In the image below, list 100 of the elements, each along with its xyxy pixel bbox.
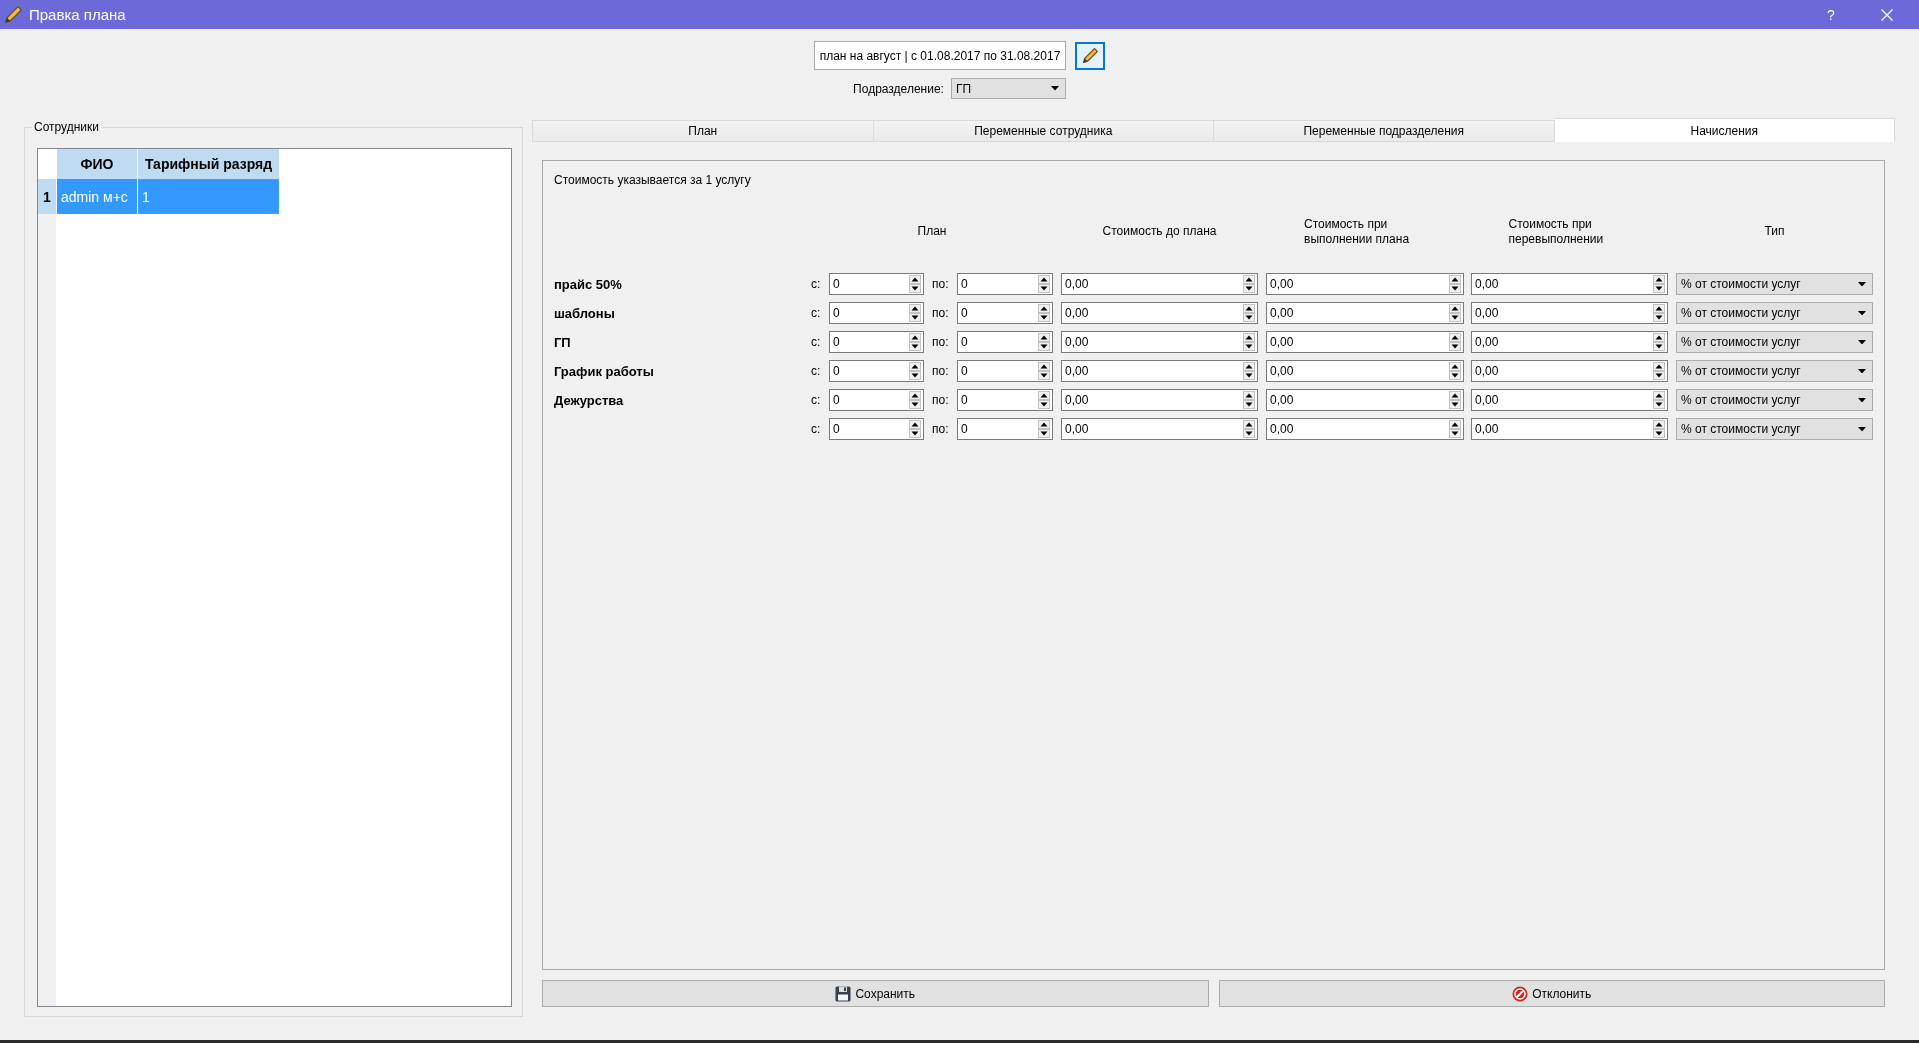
cost-spin-field[interactable]: 0,00	[1266, 302, 1464, 324]
cost-spin-field[interactable]: 0,00	[1061, 331, 1258, 353]
cost-spin-field[interactable]: 0,00	[1471, 360, 1668, 382]
spin-arrows-icon[interactable]	[1243, 304, 1255, 322]
cost-spin-field[interactable]: 0,00	[1266, 273, 1464, 295]
spin-arrows-icon[interactable]	[1449, 275, 1461, 293]
from-label: с:	[811, 277, 822, 291]
spin-arrows-icon[interactable]	[1449, 420, 1461, 438]
caret-icon	[1858, 397, 1866, 403]
to-spin-field[interactable]: 0	[957, 418, 1053, 440]
spin-arrows-icon[interactable]	[1243, 420, 1255, 438]
edit-button[interactable]	[1075, 41, 1106, 70]
spin-arrows-icon[interactable]	[1653, 304, 1665, 322]
spin-arrows-icon[interactable]	[1449, 333, 1461, 351]
spin-arrows-icon[interactable]	[1243, 333, 1255, 351]
row-number[interactable]: 1	[38, 179, 56, 214]
spin-arrows-icon[interactable]	[1038, 275, 1050, 293]
caret-icon	[1858, 310, 1866, 316]
spin-arrows-icon[interactable]	[1038, 333, 1050, 351]
spin-arrows-icon[interactable]	[1653, 420, 1665, 438]
prohibited-icon	[1512, 985, 1529, 1002]
from-spin-field[interactable]: 0	[829, 418, 924, 440]
spin-arrows-icon[interactable]	[1038, 391, 1050, 409]
from-label: с:	[811, 422, 822, 436]
from-label: с:	[811, 335, 822, 349]
cost-spin-field[interactable]: 0,00	[1266, 360, 1464, 382]
spin-arrows-icon[interactable]	[909, 333, 921, 351]
pencil-icon	[1082, 48, 1098, 63]
cost-spin-field[interactable]: 0,00	[1061, 360, 1258, 382]
window-title: Правка плана	[29, 6, 126, 23]
cost-spin-field[interactable]: 0,00	[1471, 389, 1668, 411]
to-label: по:	[932, 364, 950, 378]
row-label: График работы	[554, 363, 654, 379]
cost-spin-field[interactable]: 0,00	[1266, 331, 1464, 353]
tab[interactable]: Начисления	[1554, 118, 1895, 142]
subdivision-label: Подразделение:	[853, 81, 944, 96]
tab[interactable]: Переменные подразделения	[1214, 120, 1555, 142]
cost-spin-field[interactable]: 0,00	[1266, 418, 1464, 440]
to-spin-field[interactable]: 0	[957, 331, 1053, 353]
spin-arrows-icon[interactable]	[1449, 304, 1461, 322]
spin-arrows-icon[interactable]	[1243, 362, 1255, 380]
tab[interactable]: План	[532, 120, 874, 142]
to-label: по:	[932, 422, 950, 436]
column-header: Тип	[1764, 224, 1785, 239]
save-button[interactable]: Сохранить	[542, 980, 1209, 1007]
plan-field[interactable]: план на август | с 01.08.2017 по 31.08.2017	[813, 41, 1067, 70]
to-spin-field[interactable]: 0	[957, 273, 1053, 295]
type-dropdown[interactable]: % от стоимости услуг	[1676, 302, 1873, 324]
column-header: Тарифный разряд	[138, 149, 279, 179]
spin-arrows-icon[interactable]	[909, 420, 921, 438]
spin-arrows-icon[interactable]	[1038, 362, 1050, 380]
spin-arrows-icon[interactable]	[909, 275, 921, 293]
cost-spin-field[interactable]: 0,00	[1061, 418, 1258, 440]
from-spin-field[interactable]: 0	[829, 360, 924, 382]
spin-arrows-icon[interactable]	[1449, 391, 1461, 409]
spin-arrows-icon[interactable]	[1653, 275, 1665, 293]
spin-arrows-icon[interactable]	[1038, 304, 1050, 322]
column-header: План	[917, 224, 947, 239]
from-spin-field[interactable]: 0	[829, 273, 924, 295]
to-spin-field[interactable]: 0	[957, 360, 1053, 382]
cost-spin-field[interactable]: 0,00	[1471, 273, 1668, 295]
cost-spin-field[interactable]: 0,00	[1471, 331, 1668, 353]
cost-spin-field[interactable]: 0,00	[1471, 418, 1668, 440]
spin-arrows-icon[interactable]	[1653, 391, 1665, 409]
cost-spin-field[interactable]: 0,00	[1266, 389, 1464, 411]
cancel-button[interactable]: Отклонить	[1218, 980, 1885, 1007]
help-button[interactable]: ?	[1808, 0, 1854, 29]
row-label: прайс 50%	[554, 276, 622, 292]
spin-arrows-icon[interactable]	[909, 391, 921, 409]
to-spin-field[interactable]: 0	[957, 389, 1053, 411]
from-spin-field[interactable]: 0	[829, 331, 924, 353]
spin-arrows-icon[interactable]	[1653, 362, 1665, 380]
spin-arrows-icon[interactable]	[1243, 275, 1255, 293]
from-spin-field[interactable]: 0	[829, 389, 924, 411]
cost-spin-field[interactable]: 0,00	[1061, 389, 1258, 411]
to-spin-field[interactable]: 0	[957, 302, 1053, 324]
row-label: шаблоны	[554, 305, 615, 321]
spin-arrows-icon[interactable]	[1449, 362, 1461, 380]
spin-arrows-icon[interactable]	[1243, 391, 1255, 409]
spin-arrows-icon[interactable]	[1653, 333, 1665, 351]
row-label: ГП	[554, 334, 571, 350]
type-dropdown[interactable]: % от стоимости услуг	[1676, 360, 1873, 382]
caret-icon	[1858, 281, 1866, 287]
group-title: Сотрудники	[33, 120, 100, 135]
spin-arrows-icon[interactable]	[1038, 420, 1050, 438]
type-dropdown[interactable]: % от стоимости услуг	[1676, 418, 1873, 440]
tab[interactable]: Переменные сотрудника	[873, 120, 1214, 142]
type-dropdown[interactable]: % от стоимости услуг	[1676, 331, 1873, 353]
to-label: по:	[932, 277, 950, 291]
type-dropdown[interactable]: % от стоимости услуг	[1676, 273, 1873, 295]
cost-spin-field[interactable]: 0,00	[1061, 302, 1258, 324]
subdivision-dropdown[interactable]: ГП	[950, 78, 1066, 99]
column-header: ФИО	[57, 149, 137, 179]
spin-arrows-icon[interactable]	[909, 362, 921, 380]
cost-spin-field[interactable]: 0,00	[1061, 273, 1258, 295]
spin-arrows-icon[interactable]	[909, 304, 921, 322]
from-spin-field[interactable]: 0	[829, 302, 924, 324]
row-label: Дежурства	[554, 392, 624, 408]
cost-spin-field[interactable]: 0,00	[1471, 302, 1668, 324]
type-dropdown[interactable]: % от стоимости услуг	[1676, 389, 1873, 411]
